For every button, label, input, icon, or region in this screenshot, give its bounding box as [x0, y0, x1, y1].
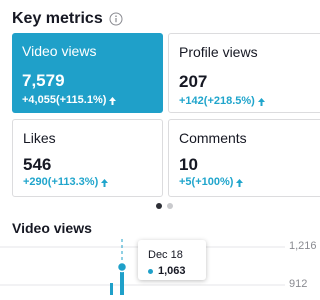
y-tick-label: 1,216	[289, 240, 317, 252]
metric-delta: +4,055(+115.1%)	[22, 94, 117, 106]
metric-card-comments[interactable]: Comments 10 +5(+100%)	[168, 119, 320, 197]
metric-value: 207	[179, 72, 208, 91]
metric-label: Profile views	[179, 44, 258, 60]
metric-delta-text: +290(+113.3%)	[23, 176, 99, 188]
up-arrow-icon	[101, 178, 109, 187]
chart-point-selected[interactable]	[116, 261, 128, 273]
chart-tooltip: Dec 18 1,063	[138, 240, 206, 280]
page-title: Key metrics	[12, 10, 103, 27]
metric-delta-text: +4,055(+115.1%)	[22, 94, 107, 106]
up-arrow-icon	[257, 97, 265, 106]
tooltip-value-row: 1,063	[148, 265, 186, 277]
tooltip-value: 1,063	[158, 265, 186, 277]
tooltip-date: Dec 18	[148, 249, 183, 261]
metric-label: Video views	[22, 43, 97, 59]
page-dot-2[interactable]	[167, 203, 173, 209]
metric-value: 7,579	[22, 71, 65, 90]
key-metrics-header: Key metrics	[12, 8, 123, 30]
chart-bar	[110, 283, 113, 295]
metric-delta: +142(+218.5%)	[179, 95, 265, 107]
pagination-dots	[156, 203, 178, 209]
metric-delta-text: +142(+218.5%)	[179, 95, 255, 107]
info-icon[interactable]	[109, 12, 123, 26]
metric-label: Likes	[23, 130, 56, 146]
metric-card-likes[interactable]: Likes 546 +290(+113.3%)	[12, 119, 163, 197]
metric-value: 546	[23, 155, 52, 174]
metric-delta: +290(+113.3%)	[23, 176, 109, 188]
series-dot-icon	[148, 268, 153, 274]
page-dot-1[interactable]	[156, 203, 162, 209]
up-arrow-icon	[236, 178, 244, 187]
metric-card-video-views[interactable]: Video views 7,579 +4,055(+115.1%)	[12, 33, 163, 113]
metric-card-profile-views[interactable]: Profile views 207 +142(+218.5%)	[168, 33, 320, 113]
metric-delta-text: +5(+100%)	[179, 176, 234, 188]
up-arrow-icon	[109, 96, 117, 105]
metric-delta: +5(+100%)	[179, 176, 244, 188]
metric-label: Comments	[179, 130, 247, 146]
metric-value: 10	[179, 155, 198, 174]
y-tick-label: 912	[289, 278, 308, 290]
